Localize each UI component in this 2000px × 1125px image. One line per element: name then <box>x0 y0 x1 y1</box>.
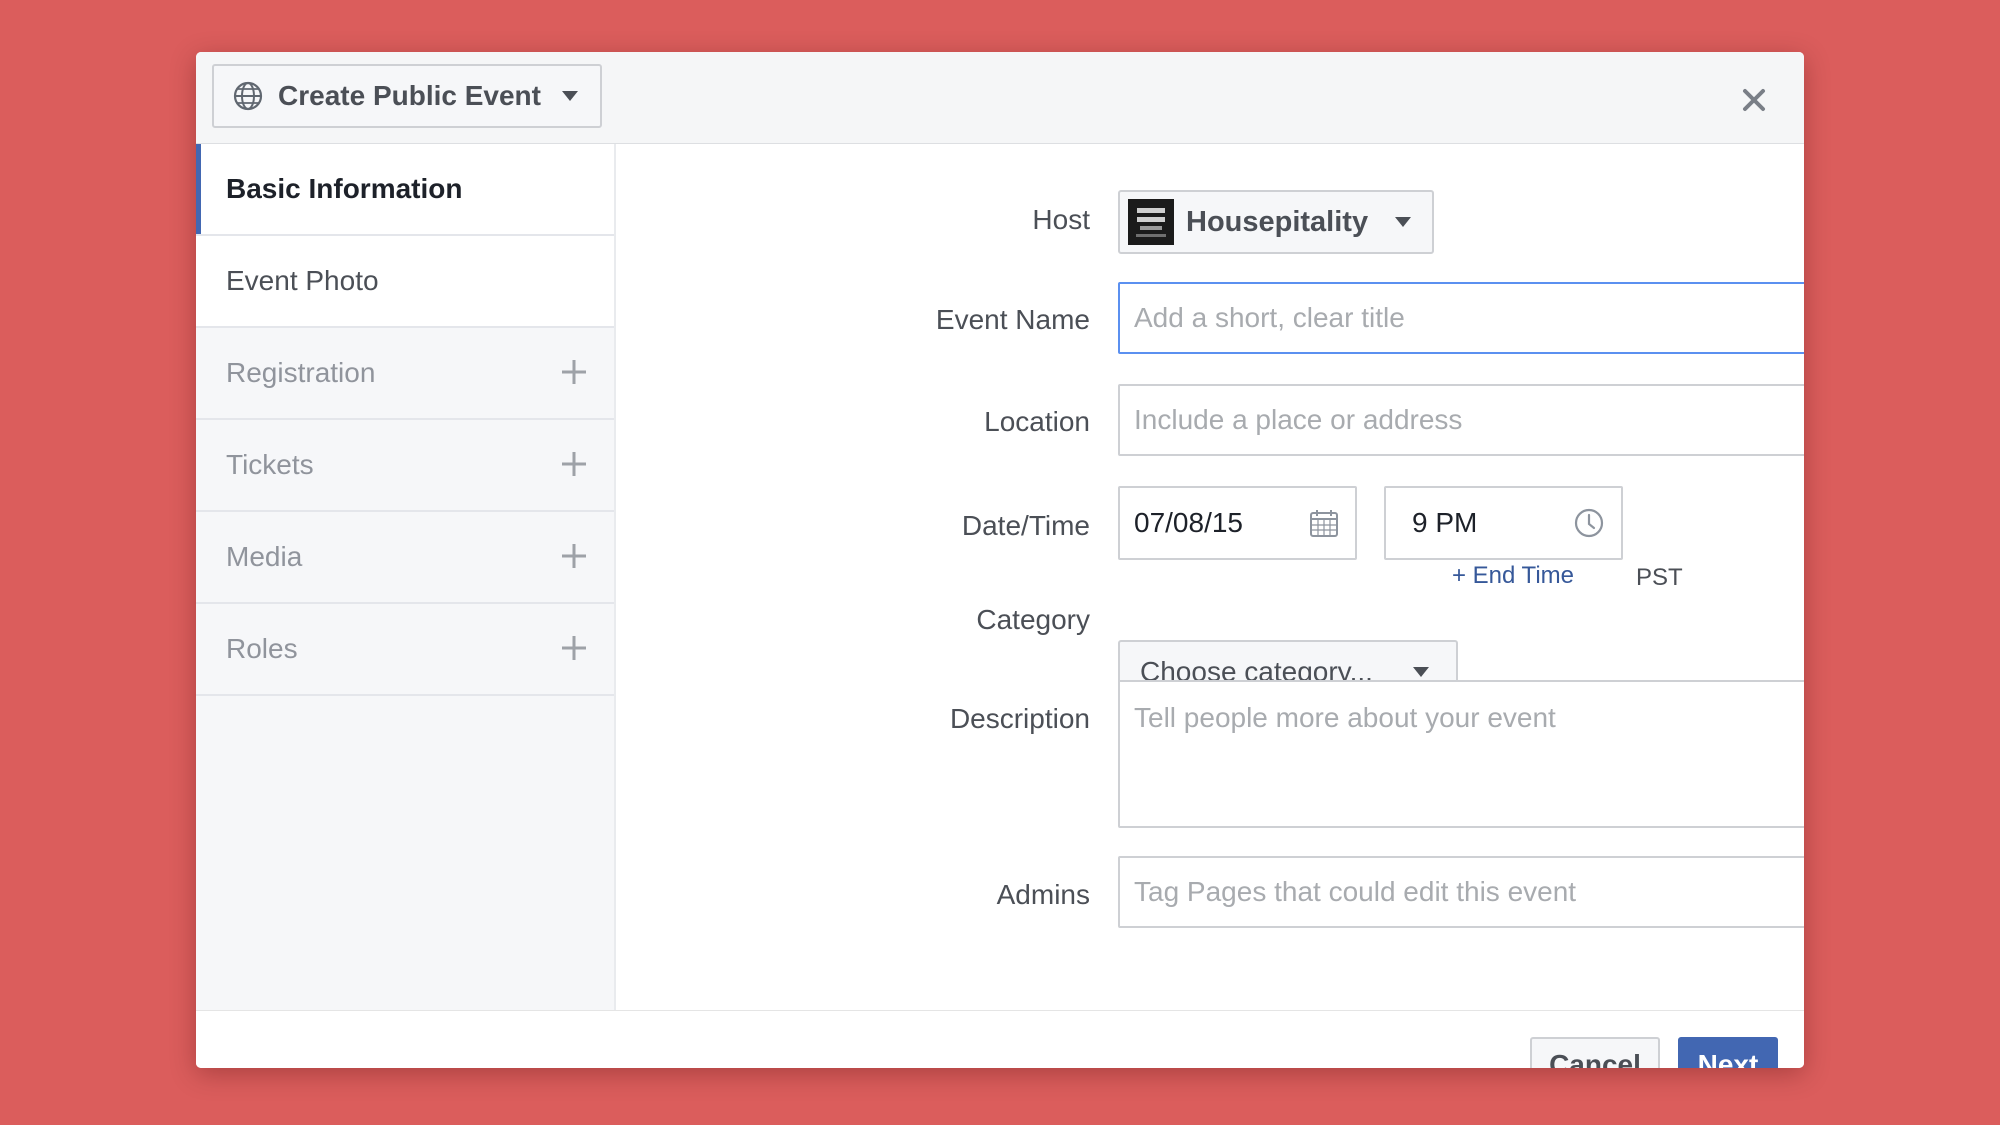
plus-icon[interactable] <box>560 358 588 386</box>
time-input[interactable]: 9 PM <box>1384 486 1623 560</box>
sidebar-item-basic-information[interactable]: Basic Information <box>196 144 614 236</box>
form-labels: Host Event Name Location Date/Time Categ… <box>696 52 1090 1068</box>
close-button[interactable] <box>1740 86 1768 114</box>
create-event-dialog: Create Public Event Basic Information Ev… <box>196 52 1804 1068</box>
close-icon <box>1742 88 1766 112</box>
next-button[interactable]: Next <box>1678 1037 1778 1068</box>
plus-icon[interactable] <box>560 542 588 570</box>
category-label: Category <box>976 604 1090 635</box>
host-label: Host <box>1032 204 1090 235</box>
date-value: 07/08/15 <box>1134 507 1243 538</box>
sidebar-item-tickets[interactable]: Tickets <box>196 420 614 512</box>
chevron-down-icon <box>560 89 580 103</box>
admins-label: Admins <box>996 879 1090 910</box>
calendar-icon[interactable] <box>1309 508 1339 538</box>
sidebar-item-label: Registration <box>226 357 376 388</box>
date-time-label: Date/Time <box>961 510 1090 541</box>
admins-input[interactable] <box>1118 856 1804 928</box>
globe-icon <box>232 80 264 112</box>
sidebar-item-event-photo[interactable]: Event Photo <box>196 236 614 328</box>
sidebar-item-label: Event Photo <box>226 265 379 296</box>
add-end-time-link[interactable]: + End Time <box>1452 562 1574 590</box>
location-input[interactable] <box>1118 384 1804 456</box>
timezone-label: PST <box>1636 564 1683 591</box>
event-name-input[interactable] <box>1118 282 1804 354</box>
plus-icon[interactable] <box>560 634 588 662</box>
sidebar-item-media[interactable]: Media <box>196 512 614 604</box>
chevron-down-icon <box>1394 216 1412 228</box>
sidebar-item-roles[interactable]: Roles <box>196 604 614 696</box>
event-name-label: Event Name <box>935 304 1090 335</box>
cancel-button[interactable]: Cancel <box>1530 1037 1660 1068</box>
clock-icon[interactable] <box>1573 507 1605 539</box>
event-privacy-dropdown[interactable]: Create Public Event <box>212 64 602 128</box>
sidebar-nav: Basic Information Event Photo Registrati… <box>196 144 616 1010</box>
description-label: Description <box>949 703 1090 734</box>
chevron-down-icon <box>1412 666 1430 678</box>
description-textarea[interactable] <box>1118 680 1804 828</box>
plus-icon[interactable] <box>560 450 588 478</box>
sidebar-item-label: Tickets <box>226 449 314 480</box>
date-input[interactable]: 07/08/15 <box>1118 486 1357 560</box>
sidebar-item-label: Media <box>226 541 303 572</box>
privacy-label: Create Public Event <box>278 80 541 111</box>
host-selector[interactable]: Housepitality <box>1118 190 1434 254</box>
location-label: Location <box>984 406 1090 437</box>
sidebar-item-registration[interactable]: Registration <box>196 328 614 420</box>
sidebar-item-label: Roles <box>226 633 298 664</box>
sidebar-item-label: Basic Information <box>226 173 463 204</box>
host-name: Housepitality <box>1186 205 1369 238</box>
time-value: 9 PM <box>1412 507 1478 538</box>
host-avatar <box>1128 199 1174 245</box>
